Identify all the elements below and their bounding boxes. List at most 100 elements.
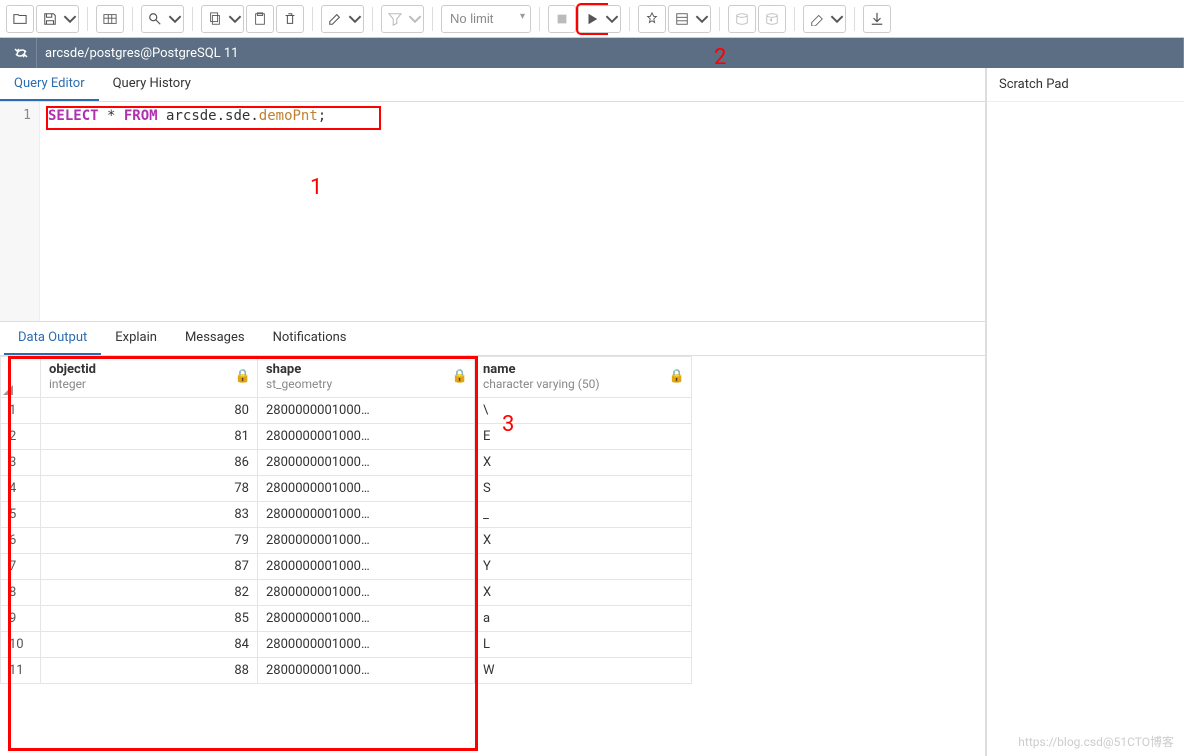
execute-dropdown[interactable] xyxy=(603,5,621,33)
explain-analyze-dropdown[interactable] xyxy=(693,5,711,33)
connection-bar: arcsde/postgres@PostgreSQL 11 xyxy=(0,38,1184,68)
find-button[interactable] xyxy=(141,5,169,33)
cell-objectid[interactable]: 86 xyxy=(41,450,258,476)
cell-shape[interactable]: 2800000001000… xyxy=(258,658,475,684)
cell-name[interactable]: S xyxy=(475,476,692,502)
rollback-button[interactable] xyxy=(758,5,786,33)
filter-button[interactable] xyxy=(381,5,409,33)
tab-explain[interactable]: Explain xyxy=(101,322,171,355)
scratch-pad-pane: Scratch Pad xyxy=(986,68,1184,756)
row-number[interactable]: 3 xyxy=(1,450,41,476)
row-number[interactable]: 4 xyxy=(1,476,41,502)
row-number[interactable]: 7 xyxy=(1,554,41,580)
cell-objectid[interactable]: 84 xyxy=(41,632,258,658)
open-file-button[interactable] xyxy=(6,5,34,33)
cell-objectid[interactable]: 87 xyxy=(41,554,258,580)
column-header-name[interactable]: name character varying (50) 🔒 xyxy=(475,357,692,398)
clear-dropdown[interactable] xyxy=(828,5,846,33)
cell-name[interactable]: _ xyxy=(475,502,692,528)
cell-objectid[interactable]: 78 xyxy=(41,476,258,502)
copy-dropdown[interactable] xyxy=(226,5,244,33)
table-row[interactable]: 11882800000001000…W xyxy=(1,658,692,684)
table-row[interactable]: 6792800000001000…X xyxy=(1,528,692,554)
download-button[interactable] xyxy=(863,5,891,33)
cell-shape[interactable]: 2800000001000… xyxy=(258,554,475,580)
cell-name[interactable]: L xyxy=(475,632,692,658)
commit-button[interactable] xyxy=(728,5,756,33)
output-tabs: Data Output Explain Messages Notificatio… xyxy=(0,322,985,356)
column-header-objectid[interactable]: objectid integer 🔒 xyxy=(41,357,258,398)
table-row[interactable]: 10842800000001000…L xyxy=(1,632,692,658)
row-number[interactable]: 2 xyxy=(1,424,41,450)
cell-shape[interactable]: 2800000001000… xyxy=(258,632,475,658)
table-row[interactable]: 4782800000001000…S xyxy=(1,476,692,502)
row-number[interactable]: 5 xyxy=(1,502,41,528)
row-number[interactable]: 1 xyxy=(1,398,41,424)
save-file-button[interactable] xyxy=(36,5,64,33)
execute-button[interactable] xyxy=(578,5,606,33)
cell-name[interactable]: X xyxy=(475,528,692,554)
cell-shape[interactable]: 2800000001000… xyxy=(258,606,475,632)
cell-shape[interactable]: 2800000001000… xyxy=(258,476,475,502)
row-corner[interactable] xyxy=(1,357,41,398)
cell-name[interactable]: X xyxy=(475,580,692,606)
row-number[interactable]: 10 xyxy=(1,632,41,658)
connection-status-icon xyxy=(6,45,36,61)
explain-button[interactable] xyxy=(638,5,666,33)
connection-label[interactable]: arcsde/postgres@PostgreSQL 11 xyxy=(36,38,1184,68)
cell-objectid[interactable]: 83 xyxy=(41,502,258,528)
find-dropdown[interactable] xyxy=(166,5,184,33)
cell-shape[interactable]: 2800000001000… xyxy=(258,450,475,476)
cell-shape[interactable]: 2800000001000… xyxy=(258,528,475,554)
table-row[interactable]: 5832800000001000…_ xyxy=(1,502,692,528)
row-number[interactable]: 8 xyxy=(1,580,41,606)
cell-objectid[interactable]: 88 xyxy=(41,658,258,684)
save-file-dropdown[interactable] xyxy=(61,5,79,33)
cell-objectid[interactable]: 81 xyxy=(41,424,258,450)
table-row[interactable]: 1802800000001000…\ xyxy=(1,398,692,424)
explain-analyze-button[interactable] xyxy=(668,5,696,33)
cell-objectid[interactable]: 79 xyxy=(41,528,258,554)
cell-name[interactable]: a xyxy=(475,606,692,632)
table-row[interactable]: 7872800000001000…Y xyxy=(1,554,692,580)
table-row[interactable]: 9852800000001000…a xyxy=(1,606,692,632)
edit-button[interactable] xyxy=(321,5,349,33)
cell-shape[interactable]: 2800000001000… xyxy=(258,398,475,424)
cell-shape[interactable]: 2800000001000… xyxy=(258,424,475,450)
tab-notifications[interactable]: Notifications xyxy=(259,322,361,355)
tab-query-editor[interactable]: Query Editor xyxy=(0,68,99,101)
table-row[interactable]: 3862800000001000…X xyxy=(1,450,692,476)
copy-button[interactable] xyxy=(201,5,229,33)
cell-name[interactable]: E xyxy=(475,424,692,450)
cell-shape[interactable]: 2800000001000… xyxy=(258,502,475,528)
clear-button[interactable] xyxy=(803,5,831,33)
cell-name[interactable]: X xyxy=(475,450,692,476)
table-row[interactable]: 2812800000001000…E xyxy=(1,424,692,450)
edit-grid-button[interactable] xyxy=(96,5,124,33)
cell-objectid[interactable]: 80 xyxy=(41,398,258,424)
table-row[interactable]: 8822800000001000…X xyxy=(1,580,692,606)
row-number[interactable]: 6 xyxy=(1,528,41,554)
cell-name[interactable]: W xyxy=(475,658,692,684)
tab-messages[interactable]: Messages xyxy=(171,322,259,355)
tab-query-history[interactable]: Query History xyxy=(99,68,205,101)
results-grid[interactable]: objectid integer 🔒 shape st_geometry 🔒 n… xyxy=(0,356,692,684)
row-number[interactable]: 9 xyxy=(1,606,41,632)
paste-button[interactable] xyxy=(246,5,274,33)
editor-gutter: 1 xyxy=(0,102,40,321)
edit-dropdown[interactable] xyxy=(346,5,364,33)
sql-code[interactable]: SELECT * FROM arcsde.sde.demoPnt; xyxy=(40,102,985,321)
row-limit-select[interactable]: No limit xyxy=(441,5,531,33)
row-number[interactable]: 11 xyxy=(1,658,41,684)
column-header-shape[interactable]: shape st_geometry 🔒 xyxy=(258,357,475,398)
cell-name[interactable]: Y xyxy=(475,554,692,580)
cell-name[interactable]: \ xyxy=(475,398,692,424)
stop-button[interactable] xyxy=(548,5,576,33)
cell-objectid[interactable]: 85 xyxy=(41,606,258,632)
delete-button[interactable] xyxy=(276,5,304,33)
cell-shape[interactable]: 2800000001000… xyxy=(258,580,475,606)
tab-data-output[interactable]: Data Output xyxy=(4,322,101,355)
sql-editor[interactable]: 1 SELECT * FROM arcsde.sde.demoPnt; xyxy=(0,102,985,322)
cell-objectid[interactable]: 82 xyxy=(41,580,258,606)
filter-dropdown[interactable] xyxy=(406,5,424,33)
